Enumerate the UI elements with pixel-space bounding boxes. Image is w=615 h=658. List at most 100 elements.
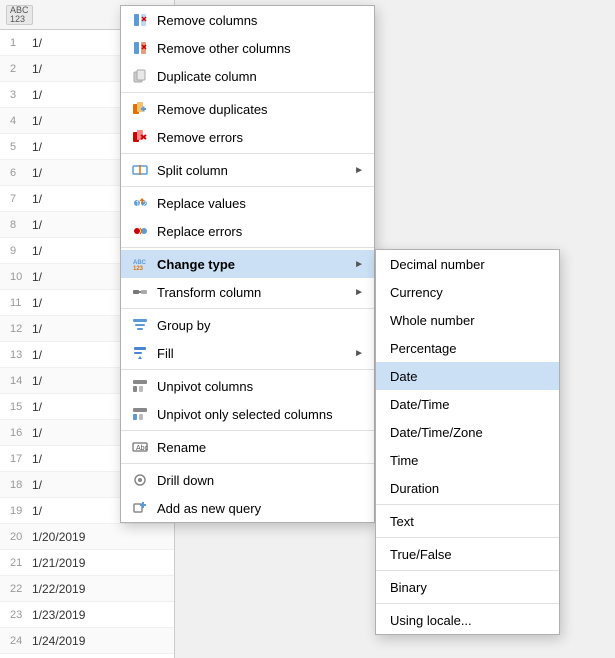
- submenu-divider: [376, 504, 559, 505]
- submenu-item-duration[interactable]: Duration: [376, 474, 559, 502]
- menu-item-fill[interactable]: Fill ►: [121, 339, 374, 367]
- menu-item-remove-errors[interactable]: Remove errors: [121, 123, 374, 151]
- row-number: 21: [10, 557, 32, 569]
- menu-item-remove-duplicates[interactable]: Remove duplicates: [121, 95, 374, 123]
- submenu-item-label: Using locale...: [390, 613, 472, 628]
- submenu-item-true-false[interactable]: True/False: [376, 540, 559, 568]
- menu-item-label: Replace errors: [157, 224, 364, 239]
- menu-item-label: Rename: [157, 440, 364, 455]
- menu-item-label: Remove columns: [157, 13, 364, 28]
- cell-value: 1/: [32, 348, 42, 362]
- menu-item-unpivot-only[interactable]: Unpivot only selected columns: [121, 400, 374, 428]
- menu-item-unpivot-columns[interactable]: Unpivot columns: [121, 372, 374, 400]
- submenu-item-label: Whole number: [390, 313, 475, 328]
- submenu-item-whole-number[interactable]: Whole number: [376, 306, 559, 334]
- submenu-item-date[interactable]: Date: [376, 362, 559, 390]
- menu-item-duplicate-column[interactable]: Duplicate column: [121, 62, 374, 90]
- cell-value: 1/: [32, 218, 42, 232]
- menu-item-rename[interactable]: Abc Rename: [121, 433, 374, 461]
- submenu-item-binary[interactable]: Binary: [376, 573, 559, 601]
- menu-divider: [121, 463, 374, 464]
- submenu-item-text[interactable]: Text: [376, 507, 559, 535]
- menu-item-label: Split column: [157, 163, 346, 178]
- svg-text:Abc: Abc: [136, 445, 148, 452]
- menu-item-split-column[interactable]: Split column ►: [121, 156, 374, 184]
- duplicate-icon: [131, 67, 149, 85]
- row-number: 3: [10, 89, 32, 101]
- menu-item-remove-columns[interactable]: Remove columns: [121, 6, 374, 34]
- row-number: 17: [10, 453, 32, 465]
- submenu-item-label: True/False: [390, 547, 452, 562]
- menu-item-add-as-new-query[interactable]: Add as new query: [121, 494, 374, 522]
- row-number: 13: [10, 349, 32, 361]
- cell-value: 1/23/2019: [32, 608, 85, 622]
- menu-item-transform-column[interactable]: Transform column ►: [121, 278, 374, 306]
- submenu-item-label: Currency: [390, 285, 443, 300]
- row-number: 4: [10, 115, 32, 127]
- cell-value: 1/: [32, 452, 42, 466]
- row-number: 16: [10, 427, 32, 439]
- unpivot-icon: [131, 377, 149, 395]
- cell-value: 1/21/2019: [32, 556, 85, 570]
- cell-value: 1/: [32, 478, 42, 492]
- menu-item-replace-values[interactable]: 12 Replace values: [121, 189, 374, 217]
- submenu-item-label: Text: [390, 514, 414, 529]
- split-icon: [131, 161, 149, 179]
- submenu-item-datetimezone[interactable]: Date/Time/Zone: [376, 418, 559, 446]
- submenu-divider: [376, 537, 559, 538]
- submenu-item-label: Time: [390, 453, 418, 468]
- row-number: 18: [10, 479, 32, 491]
- transform-icon: [131, 283, 149, 301]
- cell-value: 1/: [32, 322, 42, 336]
- cell-value: 1/24/2019: [32, 634, 85, 648]
- row-number: 19: [10, 505, 32, 517]
- cell-value: 1/: [32, 504, 42, 518]
- submenu-item-label: Duration: [390, 481, 439, 496]
- submenu-item-time[interactable]: Time: [376, 446, 559, 474]
- table-row: 241/24/2019: [0, 628, 174, 654]
- menu-item-drill-down[interactable]: Drill down: [121, 466, 374, 494]
- menu-item-label: Group by: [157, 318, 364, 333]
- change-type-submenu[interactable]: Decimal number Currency Whole number Percen…: [375, 249, 560, 635]
- menu-item-change-type[interactable]: ABC123 Change type ►: [121, 250, 374, 278]
- row-number: 22: [10, 583, 32, 595]
- row-number: 23: [10, 609, 32, 621]
- row-number: 15: [10, 401, 32, 413]
- cell-value: 1/: [32, 114, 42, 128]
- drill-icon: [131, 471, 149, 489]
- menu-item-label: Duplicate column: [157, 69, 364, 84]
- submenu-item-label: Date/Time: [390, 397, 449, 412]
- menu-divider: [121, 92, 374, 93]
- menu-item-label: Add as new query: [157, 501, 364, 516]
- submenu-item-percentage[interactable]: Percentage: [376, 334, 559, 362]
- submenu-item-decimal-number[interactable]: Decimal number: [376, 250, 559, 278]
- submenu-item-currency[interactable]: Currency: [376, 278, 559, 306]
- submenu-item-datetime[interactable]: Date/Time: [376, 390, 559, 418]
- submenu-item-label: Binary: [390, 580, 427, 595]
- menu-item-group-by[interactable]: Group by: [121, 311, 374, 339]
- cell-value: 1/: [32, 88, 42, 102]
- menu-item-label: Change type: [157, 257, 346, 272]
- menu-item-label: Remove errors: [157, 130, 364, 145]
- row-number: 5: [10, 141, 32, 153]
- row-number: 8: [10, 219, 32, 231]
- row-number: 6: [10, 167, 32, 179]
- menu-item-label: Unpivot columns: [157, 379, 364, 394]
- context-menu[interactable]: Remove columns Remove other columns Dupl…: [120, 5, 375, 523]
- menu-item-remove-other-columns[interactable]: Remove other columns: [121, 34, 374, 62]
- submenu-item-using-locale[interactable]: Using locale...: [376, 606, 559, 634]
- add-query-icon: [131, 499, 149, 517]
- column-type-badge: ABC123: [6, 5, 33, 25]
- cell-value: 1/: [32, 296, 42, 310]
- cell-value: 1/: [32, 270, 42, 284]
- menu-item-replace-errors[interactable]: Replace errors: [121, 217, 374, 245]
- fill-icon: [131, 344, 149, 362]
- submenu-item-label: Date: [390, 369, 417, 384]
- row-number: 1: [10, 37, 32, 49]
- replace-val-icon: 12: [131, 194, 149, 212]
- remove-err-icon: [131, 128, 149, 146]
- cell-value: 1/: [32, 140, 42, 154]
- replace-err-icon: [131, 222, 149, 240]
- menu-divider: [121, 430, 374, 431]
- menu-divider: [121, 308, 374, 309]
